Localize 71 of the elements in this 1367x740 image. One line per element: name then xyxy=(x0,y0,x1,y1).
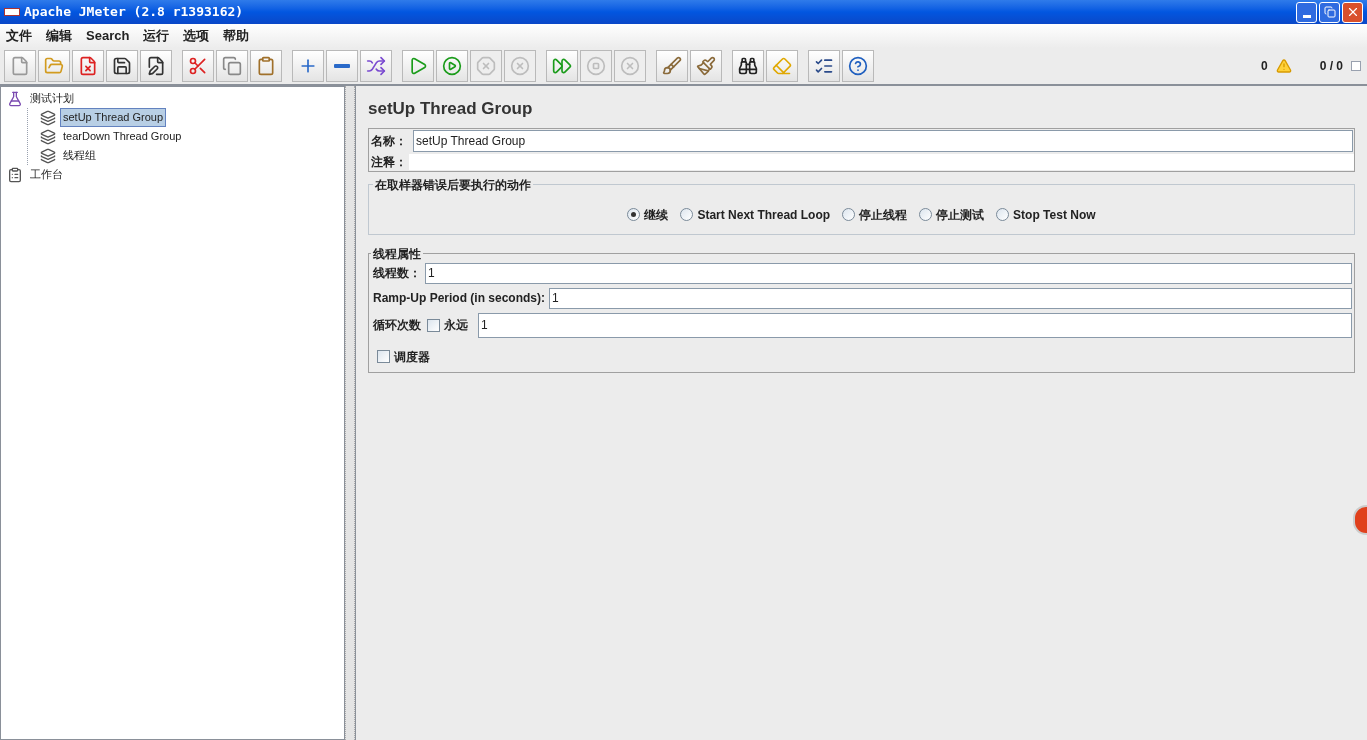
scissors-icon xyxy=(188,56,208,76)
threads-field[interactable]: 1 xyxy=(425,262,1352,284)
tree-item[interactable]: 线程组 xyxy=(60,146,99,165)
group-title: 在取样器错误后要执行的动作 xyxy=(374,176,532,194)
checkbox-label: 永远 xyxy=(444,317,468,334)
radio-button[interactable] xyxy=(627,208,641,221)
group-title: 线程属性 xyxy=(372,245,422,263)
field-label: 注释： xyxy=(370,153,408,171)
menu-item[interactable]: 编辑 xyxy=(46,26,72,46)
radio-label: 继续 xyxy=(644,206,669,224)
pencil-document-icon xyxy=(146,56,166,76)
thread-count: 0 / 0 xyxy=(1319,58,1343,75)
panel-title: setUp Thread Group xyxy=(368,98,534,120)
menu-item[interactable]: 运行 xyxy=(143,26,170,46)
radio-button[interactable] xyxy=(842,208,856,221)
stop-icon xyxy=(476,56,496,76)
document-icon xyxy=(10,56,30,76)
radio-label: 停止线程 xyxy=(859,206,908,224)
x-circle-icon xyxy=(510,56,530,76)
copy-icon xyxy=(222,56,242,76)
document-x-icon xyxy=(78,56,98,76)
comment-field[interactable] xyxy=(409,153,1354,170)
field-label: 线程数： xyxy=(372,265,421,282)
toolbar-button[interactable] xyxy=(140,50,172,82)
error-count: 0 xyxy=(1260,58,1268,75)
notepad-icon xyxy=(7,166,23,183)
field-label: 名称： xyxy=(370,132,408,150)
radio-button[interactable] xyxy=(996,208,1010,221)
checkbox[interactable] xyxy=(377,350,390,363)
double-play-icon xyxy=(552,56,572,76)
name-field[interactable]: setUp Thread Group xyxy=(413,129,1353,152)
play-icon xyxy=(408,56,428,76)
checkbox-label: 调度器 xyxy=(394,348,430,366)
warning-icon xyxy=(1275,58,1292,74)
radio-button[interactable] xyxy=(680,208,694,221)
radio-label: 停止测试 xyxy=(936,206,985,224)
radio-label: Stop Test Now xyxy=(1013,206,1096,224)
minimize-icon xyxy=(1302,14,1311,18)
loop-count-field[interactable]: 1 xyxy=(478,312,1352,338)
menu-item[interactable]: Search xyxy=(86,26,130,46)
toolbar-button[interactable] xyxy=(106,50,138,82)
clipboard-icon xyxy=(256,56,276,76)
toolbar-button[interactable] xyxy=(842,50,874,82)
window-title: Apache JMeter (2.8 r1393162) xyxy=(24,3,244,22)
tree-item[interactable]: 工作台 xyxy=(27,165,66,184)
list-icon xyxy=(814,56,834,76)
tree-item[interactable]: 测试计划 xyxy=(27,89,77,108)
ramp-up-field[interactable]: 1 xyxy=(549,287,1352,309)
restore-button[interactable] xyxy=(1319,1,1340,23)
toolbar-button[interactable] xyxy=(808,50,840,82)
field-label: Ramp-Up Period (in seconds): xyxy=(372,290,545,307)
menu-item[interactable]: 文件 xyxy=(6,26,32,46)
minus-icon xyxy=(334,64,350,68)
tree-item[interactable]: tearDown Thread Group xyxy=(60,127,185,146)
status-indicator xyxy=(1351,61,1361,71)
menu-item[interactable]: 选项 xyxy=(183,26,210,46)
checkbox[interactable] xyxy=(427,318,440,332)
menu-item[interactable]: 帮助 xyxy=(223,26,250,46)
radio-label: Start Next Thread Loop xyxy=(697,206,831,224)
binoculars-icon xyxy=(738,56,758,76)
help-icon xyxy=(848,56,868,76)
tree-item[interactable]: setUp Thread Group xyxy=(60,108,167,127)
flask-icon xyxy=(7,90,23,107)
field-label: 循环次数 xyxy=(372,317,421,334)
close-button[interactable] xyxy=(1342,1,1363,23)
minimize-button[interactable] xyxy=(1296,1,1317,23)
folder-icon xyxy=(44,56,64,76)
toolbar-button[interactable] xyxy=(732,50,764,82)
radio-button[interactable] xyxy=(919,208,933,221)
restore-icon xyxy=(1323,6,1336,18)
app-icon xyxy=(4,8,20,16)
